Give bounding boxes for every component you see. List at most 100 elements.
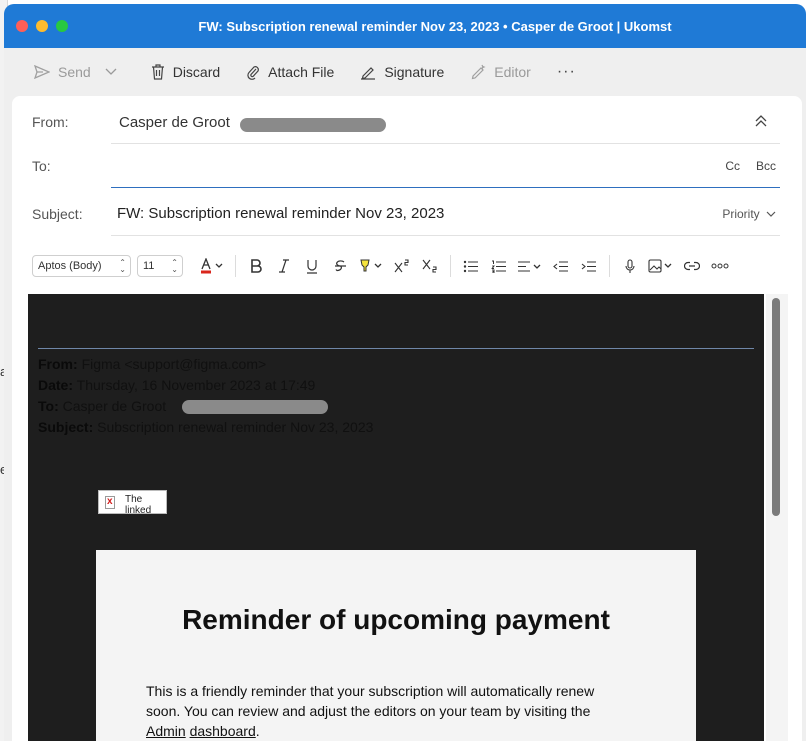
font-size-value: 11 xyxy=(143,260,155,272)
insert-link-button[interactable] xyxy=(678,254,706,278)
from-account-select[interactable]: Casper de Groot xyxy=(119,114,230,131)
stepper-icon: ⌃ ⌄ xyxy=(119,258,126,274)
subscript-button[interactable] xyxy=(416,254,444,278)
divider xyxy=(111,186,780,188)
attach-file-button[interactable]: Attach File xyxy=(246,64,334,80)
send-label: Send xyxy=(58,64,91,80)
italic-button[interactable] xyxy=(270,254,298,278)
priority-dropdown[interactable]: Priority xyxy=(722,207,776,221)
stepper-icon: ⌃ ⌄ xyxy=(171,258,178,274)
subject-input[interactable]: FW: Subscription renewal reminder Nov 23… xyxy=(117,205,444,222)
bullet-list-icon xyxy=(463,260,478,272)
more-options-button[interactable]: ··· xyxy=(557,63,576,81)
divider xyxy=(609,255,610,277)
highlight-button[interactable] xyxy=(354,254,388,278)
outdent-icon xyxy=(553,260,568,272)
font-family-value: Aptos (Body) xyxy=(38,260,102,272)
editor-pen-icon xyxy=(471,64,486,80)
align-button[interactable] xyxy=(513,254,547,278)
numbered-list-button[interactable] xyxy=(485,254,513,278)
indent-icon xyxy=(581,260,596,272)
email-paragraph: This is a friendly reminder that your su… xyxy=(146,683,595,739)
signature-button[interactable]: Signature xyxy=(360,64,444,80)
italic-icon xyxy=(279,259,289,273)
divider xyxy=(450,255,451,277)
forwarded-subject: Subject: Subscription renewal reminder N… xyxy=(38,419,374,435)
priority-label: Priority xyxy=(722,207,760,221)
title-bar: FW: Subscription renewal reminder Nov 23… xyxy=(4,4,806,48)
formatting-toolbar: Aptos (Body) ⌃ ⌄ 11 ⌃ ⌄ xyxy=(32,248,782,284)
font-color-button[interactable] xyxy=(195,254,229,278)
forwarded-to: To: Casper de Groot xyxy=(38,398,167,414)
increase-indent-button[interactable] xyxy=(575,254,603,278)
bold-button[interactable] xyxy=(242,254,270,278)
editor-label: Editor xyxy=(494,64,531,80)
forwarded-date: Date: Thursday, 16 November 2023 at 17:4… xyxy=(38,377,316,393)
broken-image-icon: x xyxy=(105,496,115,509)
font-family-select[interactable]: Aptos (Body) ⌃ ⌄ xyxy=(32,255,131,277)
divider xyxy=(111,235,780,236)
picture-icon xyxy=(648,259,672,273)
font-color-icon xyxy=(201,258,223,274)
send-icon xyxy=(34,65,50,79)
chevron-down-icon[interactable] xyxy=(105,68,117,76)
signature-pen-icon xyxy=(361,67,376,80)
collapse-header-icon[interactable] xyxy=(754,114,768,128)
redacted-email xyxy=(182,400,328,414)
underline-button[interactable] xyxy=(298,254,326,278)
from-label: From: xyxy=(32,114,69,130)
underline-icon xyxy=(307,259,317,274)
admin-dashboard-link[interactable]: dashboard xyxy=(190,723,256,739)
bold-icon xyxy=(251,259,262,273)
strikethrough-icon xyxy=(334,260,346,272)
scroll-thumb[interactable] xyxy=(772,298,780,516)
editor-button[interactable]: Editor xyxy=(470,64,531,80)
bullet-list-button[interactable] xyxy=(457,254,485,278)
image-alt-text: The linked xyxy=(125,494,152,514)
forwarded-from: From: Figma <support@figma.com> xyxy=(38,356,267,372)
numbered-list-icon xyxy=(491,260,506,273)
forward-separator xyxy=(38,348,754,349)
redacted-email xyxy=(240,118,386,132)
message-body[interactable]: From: Figma <support@figma.com> Date: Th… xyxy=(28,294,764,741)
decrease-indent-button[interactable] xyxy=(547,254,575,278)
more-icon xyxy=(711,263,729,269)
discard-label: Discard xyxy=(172,64,221,80)
broken-image-placeholder: x The linked xyxy=(98,490,167,514)
to-row: To: Cc Bcc xyxy=(12,144,802,188)
window-title: FW: Subscription renewal reminder Nov 23… xyxy=(198,19,672,34)
more-format-options-button[interactable] xyxy=(706,254,734,278)
attach-file-label: Attach File xyxy=(268,64,335,80)
from-row: From: Casper de Groot xyxy=(12,100,802,144)
compose-window: FW: Subscription renewal reminder Nov 23… xyxy=(4,4,806,741)
microphone-icon xyxy=(625,258,635,273)
divider xyxy=(235,255,236,277)
send-button[interactable]: Send xyxy=(34,64,125,80)
paperclip-icon xyxy=(247,66,260,80)
to-label: To: xyxy=(32,158,51,174)
compose-form: From: Casper de Groot To: Cc Bcc Subject… xyxy=(12,96,802,741)
subject-label: Subject: xyxy=(32,206,83,222)
email-heading: Reminder of upcoming payment xyxy=(182,604,610,635)
insert-picture-button[interactable] xyxy=(644,254,678,278)
trash-icon xyxy=(151,64,164,80)
subscript-icon xyxy=(422,259,437,273)
link-icon xyxy=(684,261,700,271)
chevron-down-icon xyxy=(766,211,776,217)
admin-dashboard-link[interactable]: Admin xyxy=(146,723,186,739)
bcc-button[interactable]: Bcc xyxy=(756,159,776,173)
strikethrough-button[interactable] xyxy=(326,254,354,278)
toolbar: Send Discard Attach File Signature Edito… xyxy=(4,48,806,96)
font-size-select[interactable]: 11 ⌃ ⌄ xyxy=(137,255,183,277)
dictate-button[interactable] xyxy=(616,254,644,278)
signature-label: Signature xyxy=(384,64,445,80)
subject-row: Subject: FW: Subscription renewal remind… xyxy=(12,192,802,236)
email-content-card: Reminder of upcoming payment This is a f… xyxy=(96,550,696,741)
superscript-button[interactable] xyxy=(388,254,416,278)
align-left-icon xyxy=(518,260,541,272)
to-input[interactable] xyxy=(119,157,619,177)
superscript-icon xyxy=(394,259,409,273)
discard-button[interactable]: Discard xyxy=(151,64,220,80)
cc-button[interactable]: Cc xyxy=(725,159,740,173)
body-scrollbar[interactable] xyxy=(766,294,788,741)
